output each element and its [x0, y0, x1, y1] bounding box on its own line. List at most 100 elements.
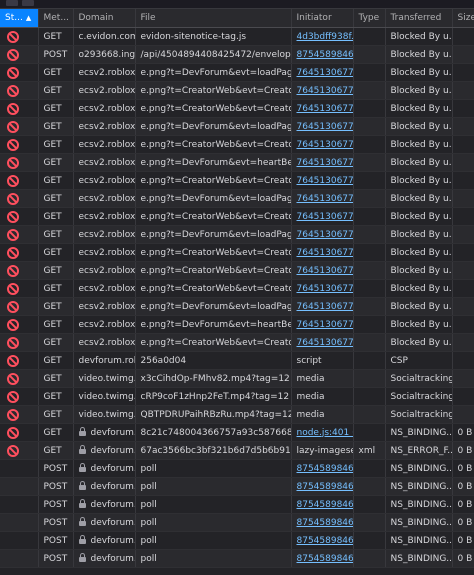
initiator-cell[interactable]: 76451306775... [291, 279, 354, 298]
initiator-cell[interactable]: 8754589846... [291, 549, 354, 568]
table-row[interactable]: POST devforum....poll 8754589846... NS_BIND… [0, 513, 474, 532]
table-row[interactable]: POST o293668.inge.../api/4504894408425472… [0, 45, 474, 64]
initiator-cell[interactable]: 8754589846... [291, 459, 354, 478]
initiator-link[interactable]: 76451306775... [297, 122, 353, 132]
table-row[interactable]: POST devforum....poll 8754589846... NS_BIND… [0, 477, 474, 496]
initiator-cell[interactable]: 8754589846... [291, 495, 354, 514]
column-header-domain[interactable]: Domain [73, 9, 136, 28]
initiator-link[interactable]: 76451306775... [297, 320, 353, 330]
type-cell [353, 225, 386, 244]
initiator-link[interactable]: 76451306775... [297, 284, 353, 294]
table-row[interactable]: GET devforum....8c21c748004366757a93c5876… [0, 423, 474, 442]
table-row[interactable]: GET devforum....67ac3566bc3bf321b6d7d5b6b… [0, 441, 474, 460]
initiator-link[interactable]: 8754589846... [297, 482, 353, 492]
type-cell [353, 261, 386, 280]
table-row[interactable]: GET ecsv2.roblox...e.png?t=CreatorWeb&evt… [0, 333, 474, 352]
table-row[interactable]: GET ecsv2.roblox...e.png?t=CreatorWeb&evt… [0, 279, 474, 298]
initiator-link[interactable]: 76451306775... [297, 68, 353, 78]
initiator-cell[interactable]: 76451306775... [291, 207, 354, 226]
initiator-cell[interactable]: 76451306775... [291, 189, 354, 208]
initiator-cell[interactable]: 76451306775... [291, 297, 354, 316]
initiator-link[interactable]: 76451306775... [297, 140, 353, 150]
initiator-cell[interactable]: 76451306775... [291, 135, 354, 154]
initiator-cell[interactable]: 76451306775... [291, 63, 354, 82]
table-row[interactable]: GET video.twimg....cRP9coF1zHnp2FeT.mp4?t… [0, 387, 474, 406]
table-row[interactable]: GET ecsv2.roblox...e.png?t=DevForum&evt=l… [0, 63, 474, 82]
initiator-link[interactable]: 8754589846... [297, 464, 353, 474]
initiator-link[interactable]: 8754589846... [297, 50, 353, 60]
table-row[interactable]: GET ecsv2.roblox...e.png?t=DevForum&evt=h… [0, 315, 474, 334]
table-row[interactable]: GET ecsv2.roblox...e.png?t=CreatorWeb&evt… [0, 207, 474, 226]
column-header-initiator[interactable]: Initiator [291, 9, 354, 28]
table-row[interactable]: GET ecsv2.roblox...e.png?t=CreatorWeb&evt… [0, 171, 474, 190]
initiator-link[interactable]: 76451306775... [297, 104, 353, 114]
table-row[interactable]: GET ecsv2.roblox...e.png?t=DevForum&evt=l… [0, 189, 474, 208]
table-row[interactable]: GET c.evidon.com evidon-sitenotice-tag.js 4… [0, 27, 474, 46]
table-row[interactable]: GET ecsv2.roblox...e.png?t=CreatorWeb&evt… [0, 135, 474, 154]
table-row[interactable]: GET ecsv2.roblox...e.png?t=DevForum&evt=h… [0, 153, 474, 172]
initiator-cell[interactable]: 76451306775... [291, 261, 354, 280]
table-row[interactable]: POST devforum....poll 8754589846... NS_BIND… [0, 459, 474, 478]
table-row[interactable]: GET ecsv2.roblox...e.png?t=CreatorWeb&evt… [0, 261, 474, 280]
initiator-link[interactable]: 76451306775... [297, 86, 353, 96]
table-row[interactable]: GET ecsv2.roblox...e.png?t=DevForum&evt=l… [0, 297, 474, 316]
initiator-link[interactable]: 76451306775... [297, 266, 353, 276]
table-row[interactable]: GET ecsv2.roblox...e.png?t=DevForum&evt=l… [0, 225, 474, 244]
initiator-cell[interactable]: 76451306775... [291, 99, 354, 118]
table-row[interactable]: GET devforum.rob...256a0d04 script CSP [0, 351, 474, 370]
initiator-link[interactable]: 8754589846... [297, 554, 353, 564]
column-header-type[interactable]: Type [353, 9, 386, 28]
initiator-link[interactable]: node.js:401 (f... [297, 428, 353, 438]
initiator-link[interactable]: 76451306775... [297, 194, 353, 204]
table-row[interactable]: GET ecsv2.roblox...e.png?t=DevForum&evt=l… [0, 117, 474, 136]
column-header-transferred[interactable]: Transferred [385, 9, 453, 28]
initiator-link[interactable]: 76451306775... [297, 248, 353, 258]
initiator-cell[interactable]: 76451306775... [291, 225, 354, 244]
table-row[interactable]: GET ecsv2.roblox...e.png?t=CreatorWeb&evt… [0, 81, 474, 100]
domain-text: video.twimg.... [78, 391, 135, 402]
table-row[interactable]: POST devforum....poll 8754589846... NS_BIND… [0, 495, 474, 514]
initiator-link[interactable]: 4d3bdff938f... [297, 32, 353, 42]
initiator-link[interactable]: 76451306775... [297, 302, 353, 312]
initiator-link[interactable]: 76451306775... [297, 212, 353, 222]
column-header-file[interactable]: File [135, 9, 292, 28]
toolbar-button[interactable] [22, 0, 34, 6]
table-row[interactable]: GET video.twimg....x3cCihdOp-FMhv82.mp4?t… [0, 369, 474, 388]
initiator-cell[interactable]: 76451306775... [291, 153, 354, 172]
domain-cell: devforum.... [73, 549, 136, 568]
initiator-link[interactable]: 8754589846... [297, 500, 353, 510]
initiator-cell[interactable]: node.js:401 (f... [291, 423, 354, 442]
type-cell: xml [353, 441, 386, 460]
initiator-cell[interactable]: 76451306775... [291, 81, 354, 100]
table-row[interactable]: GET ecsv2.roblox...e.png?t=CreatorWeb&evt… [0, 243, 474, 262]
initiator-link[interactable]: 76451306775... [297, 230, 353, 240]
lock-icon [78, 462, 86, 472]
initiator-cell[interactable]: 8754589846... [291, 477, 354, 496]
initiator-link[interactable]: 8754589846... [297, 518, 353, 528]
initiator-link[interactable]: 8754589846... [297, 536, 353, 546]
column-header-size[interactable]: Size [452, 9, 474, 28]
toolbar-button[interactable] [6, 0, 18, 6]
type-cell [353, 81, 386, 100]
table-row[interactable]: POST devforum....poll 8754589846... NS_BIND… [0, 531, 474, 550]
column-header-method[interactable]: Met... [38, 9, 74, 28]
initiator-cell[interactable]: 8754589846... [291, 45, 354, 64]
column-header-status[interactable]: St... ▲ [0, 9, 39, 28]
initiator-link[interactable]: 76451306775... [297, 338, 353, 348]
initiator-cell[interactable]: 8754589846... [291, 513, 354, 532]
initiator-cell[interactable]: 76451306775... [291, 333, 354, 352]
table-row[interactable]: GET video.twimg....QBTPDRUPaihRBzRu.mp4?t… [0, 405, 474, 424]
transferred-cell: Blocked By u... [385, 171, 453, 190]
file-cell: e.png?t=DevForum&evt=heartBeat&ctx=I [135, 153, 292, 172]
initiator-link[interactable]: 76451306775... [297, 158, 353, 168]
table-row[interactable]: POST devforum....poll 8754589846... NS_BIND… [0, 549, 474, 568]
initiator-cell[interactable]: 76451306775... [291, 315, 354, 334]
initiator-cell[interactable]: 76451306775... [291, 243, 354, 262]
initiator-cell[interactable]: 76451306775... [291, 171, 354, 190]
initiator-link[interactable]: 76451306775... [297, 176, 353, 186]
initiator-cell[interactable]: 4d3bdff938f... [291, 27, 354, 46]
initiator-cell[interactable]: 76451306775... [291, 117, 354, 136]
initiator-cell[interactable]: 8754589846... [291, 531, 354, 550]
domain-cell: ecsv2.roblox... [73, 333, 136, 352]
table-row[interactable]: GET ecsv2.roblox...e.png?t=CreatorWeb&evt… [0, 99, 474, 118]
